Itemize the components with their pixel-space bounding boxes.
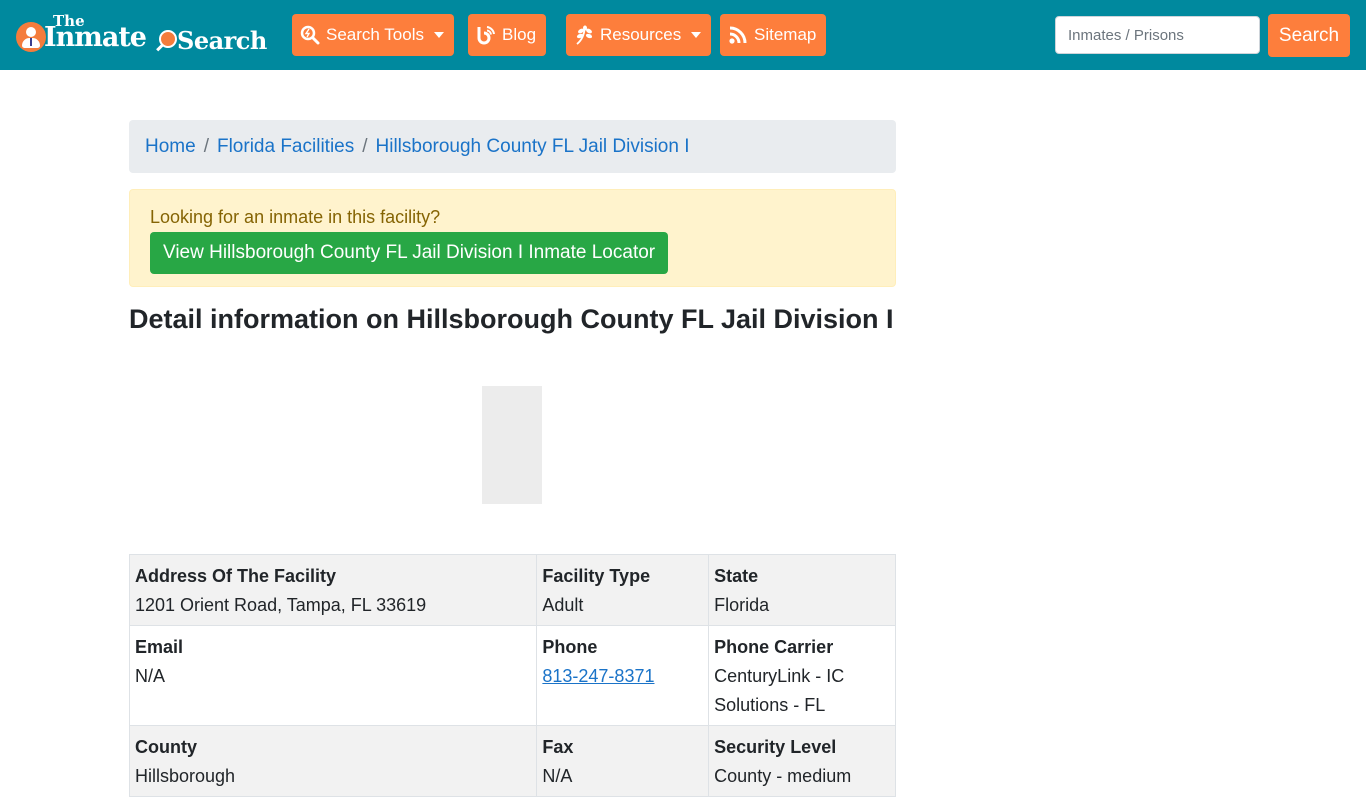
inmate-avatar-icon	[16, 22, 46, 52]
detail-label: Phone Carrier	[714, 637, 834, 657]
chevron-down-icon	[691, 32, 702, 38]
detail-label: Phone	[542, 637, 598, 657]
alert-question: Looking for an inmate in this facility?	[150, 207, 441, 227]
nav-search-tools-button[interactable]: Search Tools	[292, 14, 454, 56]
nav-search-tools-label: Search Tools	[326, 25, 424, 44]
detail-value: N/A	[542, 766, 573, 786]
breadcrumb-separator: /	[362, 135, 368, 157]
leaf-icon	[576, 25, 593, 45]
chevron-down-icon	[433, 32, 444, 38]
detail-value: 1201 Orient Road, Tampa, FL 33619	[135, 595, 427, 615]
detail-fax: Fax N/A	[536, 725, 710, 797]
detail-facility-type: Facility Type Adult	[536, 554, 710, 626]
breadcrumb-current-facility[interactable]: Hillsborough County FL Jail Division I	[376, 136, 690, 158]
search-icon	[300, 25, 320, 45]
detail-value: County - medium	[714, 766, 852, 786]
table-row: Email N/A Phone 813-247-8371 Phone Carri…	[128, 625, 896, 726]
blog-icon	[477, 26, 495, 45]
detail-email: Email N/A	[128, 625, 538, 726]
detail-value: Florida	[714, 595, 770, 615]
nav-resources-button[interactable]: Resources	[566, 14, 712, 56]
nav-blog-label: Blog	[502, 25, 537, 44]
detail-security-level: Security Level County - medium	[708, 725, 896, 797]
detail-label: Facility Type	[542, 566, 651, 586]
table-row: Address Of The Facility 1201 Orient Road…	[128, 554, 896, 626]
detail-value: N/A	[135, 666, 166, 686]
detail-phone: Phone 813-247-8371	[536, 625, 710, 726]
nav-blog-button[interactable]: Blog	[468, 14, 547, 56]
table-row: County Hillsborough Fax N/A Security Lev…	[128, 725, 896, 797]
detail-label: Security Level	[714, 737, 837, 757]
breadcrumb-florida-facilities[interactable]: Florida Facilities	[217, 136, 354, 158]
detail-value: Adult	[542, 595, 584, 615]
detail-county: County Hillsborough	[128, 725, 538, 797]
breadcrumb: Home / Florida Facilities / Hillsborough…	[129, 120, 896, 173]
navbar: The Inmate Search Search Tools Blog Reso…	[0, 0, 1366, 70]
logo-text-search: Search	[177, 26, 267, 55]
view-inmate-locator-button[interactable]: View Hillsborough County FL Jail Divisio…	[150, 232, 669, 274]
detail-state: State Florida	[708, 554, 896, 626]
site-logo[interactable]: The Inmate Search	[16, 12, 268, 56]
detail-value: Hillsborough	[135, 766, 236, 786]
detail-label: County	[135, 737, 197, 757]
breadcrumb-home[interactable]: Home	[145, 136, 196, 158]
magnifier-handle	[156, 43, 164, 52]
detail-address: Address Of The Facility 1201 Orient Road…	[128, 554, 538, 626]
detail-label: Email	[135, 637, 184, 657]
site-search-input[interactable]	[1055, 16, 1260, 54]
page-title: Detail information on Hillsborough Count…	[129, 304, 894, 334]
nav-resources-label: Resources	[600, 25, 682, 44]
inmate-locator-alert: Looking for an inmate in this facility? …	[129, 189, 896, 287]
detail-label: State	[714, 566, 759, 586]
facility-details-table: Address Of The Facility 1201 Orient Road…	[128, 554, 896, 797]
nav-sitemap-button[interactable]: Sitemap	[720, 14, 827, 56]
ad-placeholder	[482, 386, 542, 504]
site-search-button[interactable]: Search	[1268, 14, 1350, 57]
rss-icon	[729, 26, 747, 44]
detail-phone-carrier: Phone Carrier CenturyLink - IC Solutions…	[708, 625, 896, 726]
detail-label: Fax	[542, 737, 574, 757]
breadcrumb-separator: /	[203, 135, 209, 157]
detail-label: Address Of The Facility	[135, 566, 337, 586]
detail-value: CenturyLink - IC Solutions - FL	[714, 666, 845, 715]
logo-text-inmate: Inmate	[44, 22, 147, 53]
phone-link[interactable]: 813-247-8371	[542, 662, 703, 691]
nav-sitemap-label: Sitemap	[754, 25, 817, 44]
